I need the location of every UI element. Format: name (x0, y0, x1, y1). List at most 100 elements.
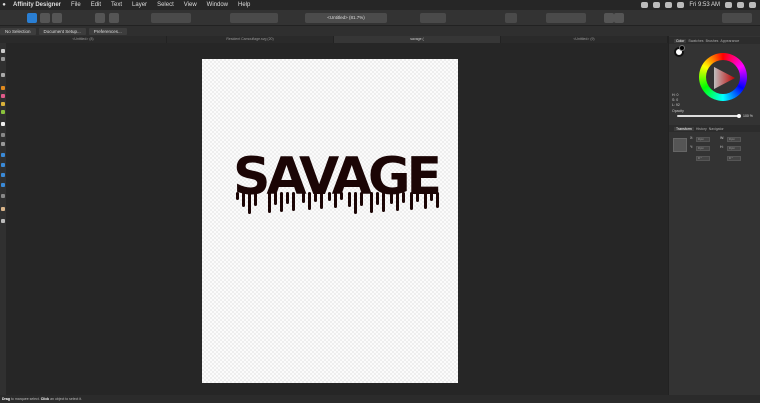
menu-layer[interactable]: Layer (127, 2, 152, 8)
menu-text[interactable]: Text (106, 2, 127, 8)
forward-icon[interactable] (614, 13, 624, 23)
menu-help[interactable]: Help (233, 2, 255, 8)
menu-list-icon[interactable] (749, 2, 756, 8)
x-label: X: (690, 136, 694, 140)
designer-persona-icon[interactable] (27, 13, 37, 23)
text-tool-icon[interactable] (1, 194, 5, 198)
opacity-slider[interactable] (677, 114, 741, 118)
app-menu[interactable]: Affinity Designer (8, 2, 66, 8)
main-toolbar: <Untitled> (81.7%) (0, 10, 760, 26)
w-label: W: (720, 136, 725, 140)
color-panel-tabs: Color Swatches Brushes Appearance (669, 37, 760, 44)
tab-color[interactable]: Color (674, 38, 687, 43)
menu-bar: ● Affinity Designer File Edit Text Layer… (0, 0, 760, 10)
drip (308, 192, 311, 210)
saturation-triangle[interactable] (711, 65, 737, 91)
tab-brushes[interactable]: Brushes (706, 39, 719, 43)
drip (424, 192, 427, 209)
document-setup-button[interactable]: Document Setup... (38, 27, 86, 35)
pencil-tool-icon[interactable] (1, 94, 5, 98)
node-tool-icon[interactable] (1, 57, 5, 61)
tab-swatches[interactable]: Swatches (688, 39, 703, 43)
drip (268, 192, 271, 213)
arrange-group[interactable] (230, 13, 278, 23)
triangle-tool-icon[interactable] (1, 183, 5, 187)
tab-navigator[interactable]: Navigator (709, 127, 724, 131)
menu-select[interactable]: Select (152, 2, 179, 8)
rectangle-tool-icon[interactable] (1, 153, 5, 157)
color-wheel-center (706, 60, 740, 94)
savage-artwork[interactable]: SAVAGE (230, 148, 445, 228)
rotation-field[interactable]: 0 ° (696, 156, 710, 161)
align-group[interactable] (420, 13, 446, 23)
preferences-gear-icon[interactable] (109, 13, 119, 23)
boolean-group[interactable] (546, 13, 586, 23)
shear-field[interactable]: 0 ° (727, 156, 741, 161)
crop-tool-icon[interactable] (1, 142, 5, 146)
menu-view[interactable]: View (179, 2, 202, 8)
status-drag-hint: to marquee select. (9, 397, 41, 401)
artboard-tool-icon[interactable] (1, 73, 5, 77)
pixel-persona-icon[interactable] (40, 13, 50, 23)
tab-untitled-9[interactable]: <Untitled> (9) (501, 36, 668, 43)
opacity-value[interactable]: 100 % (743, 114, 753, 118)
zoom-document-field[interactable]: <Untitled> (81.7%) (305, 13, 387, 23)
drip (328, 192, 331, 201)
fill-tool-icon[interactable] (1, 110, 5, 114)
menu-window[interactable]: Window (202, 2, 233, 8)
siri-icon[interactable] (737, 2, 744, 8)
preferences-button[interactable]: Preferences... (88, 27, 127, 35)
snapping-group[interactable] (151, 13, 191, 23)
place-image-tool-icon[interactable] (1, 133, 5, 137)
drip (320, 192, 323, 209)
pen-tool-icon[interactable] (1, 86, 5, 90)
tab-resident-camouflage[interactable]: Resident Camouflage.svg (20) (167, 36, 334, 43)
drip (390, 192, 393, 204)
insert-icon[interactable] (604, 13, 614, 23)
hand-tool-icon[interactable] (1, 207, 5, 211)
search-icon[interactable] (725, 2, 732, 8)
antivirus-icon[interactable] (653, 2, 661, 8)
w-field[interactable]: 0 px (727, 137, 741, 142)
tab-appearance[interactable]: Appearance (720, 39, 739, 43)
menu-file[interactable]: File (66, 2, 86, 8)
drip (354, 192, 357, 214)
clock[interactable]: Fri 9:53 AM (689, 2, 720, 8)
h-field[interactable]: 0 px (727, 146, 741, 151)
drip (242, 192, 245, 207)
shape-tool-icon[interactable] (1, 173, 5, 177)
battery-icon[interactable] (665, 2, 673, 8)
studio-toggles[interactable] (722, 13, 752, 23)
transform-button[interactable] (505, 13, 517, 23)
drip (370, 192, 373, 213)
ellipse-tool-icon[interactable] (1, 163, 5, 167)
menu-edit[interactable]: Edit (86, 2, 106, 8)
y-label: Y: (690, 145, 694, 149)
tab-transform[interactable]: Transform (674, 126, 694, 131)
opacity-slider-handle[interactable] (737, 114, 741, 118)
apple-icon[interactable]: ● (0, 2, 8, 8)
tab-history[interactable]: History (696, 127, 707, 131)
tab-untitled-8[interactable]: <Untitled> (8) (0, 36, 167, 43)
drip (436, 192, 439, 208)
anchor-selector[interactable] (673, 138, 687, 152)
wifi-icon[interactable] (677, 2, 685, 8)
export-persona-icon[interactable] (52, 13, 62, 23)
y-field[interactable]: 0 px (696, 146, 710, 151)
drip (410, 192, 413, 210)
menubar-status-area: Fri 9:53 AM (641, 2, 760, 8)
hsl-readout: H: 0 S: 0 L: 92 (672, 93, 680, 108)
transparency-tool-icon[interactable] (1, 122, 5, 126)
move-tool-icon[interactable] (1, 49, 5, 53)
transform-panel-tabs: Transform History Navigator (669, 125, 760, 132)
brush-tool-icon[interactable] (1, 102, 5, 106)
h-label: H: (720, 145, 724, 149)
color-wheel[interactable] (699, 53, 747, 101)
zoom-tool-icon[interactable] (1, 219, 5, 223)
assistant-icon[interactable] (95, 13, 105, 23)
stroke-color-swatch[interactable] (679, 45, 685, 51)
creative-cloud-icon[interactable] (641, 2, 649, 8)
tab-savage[interactable]: savage ( (334, 36, 501, 43)
x-field[interactable]: 0 px (696, 137, 710, 142)
drip (254, 192, 257, 206)
